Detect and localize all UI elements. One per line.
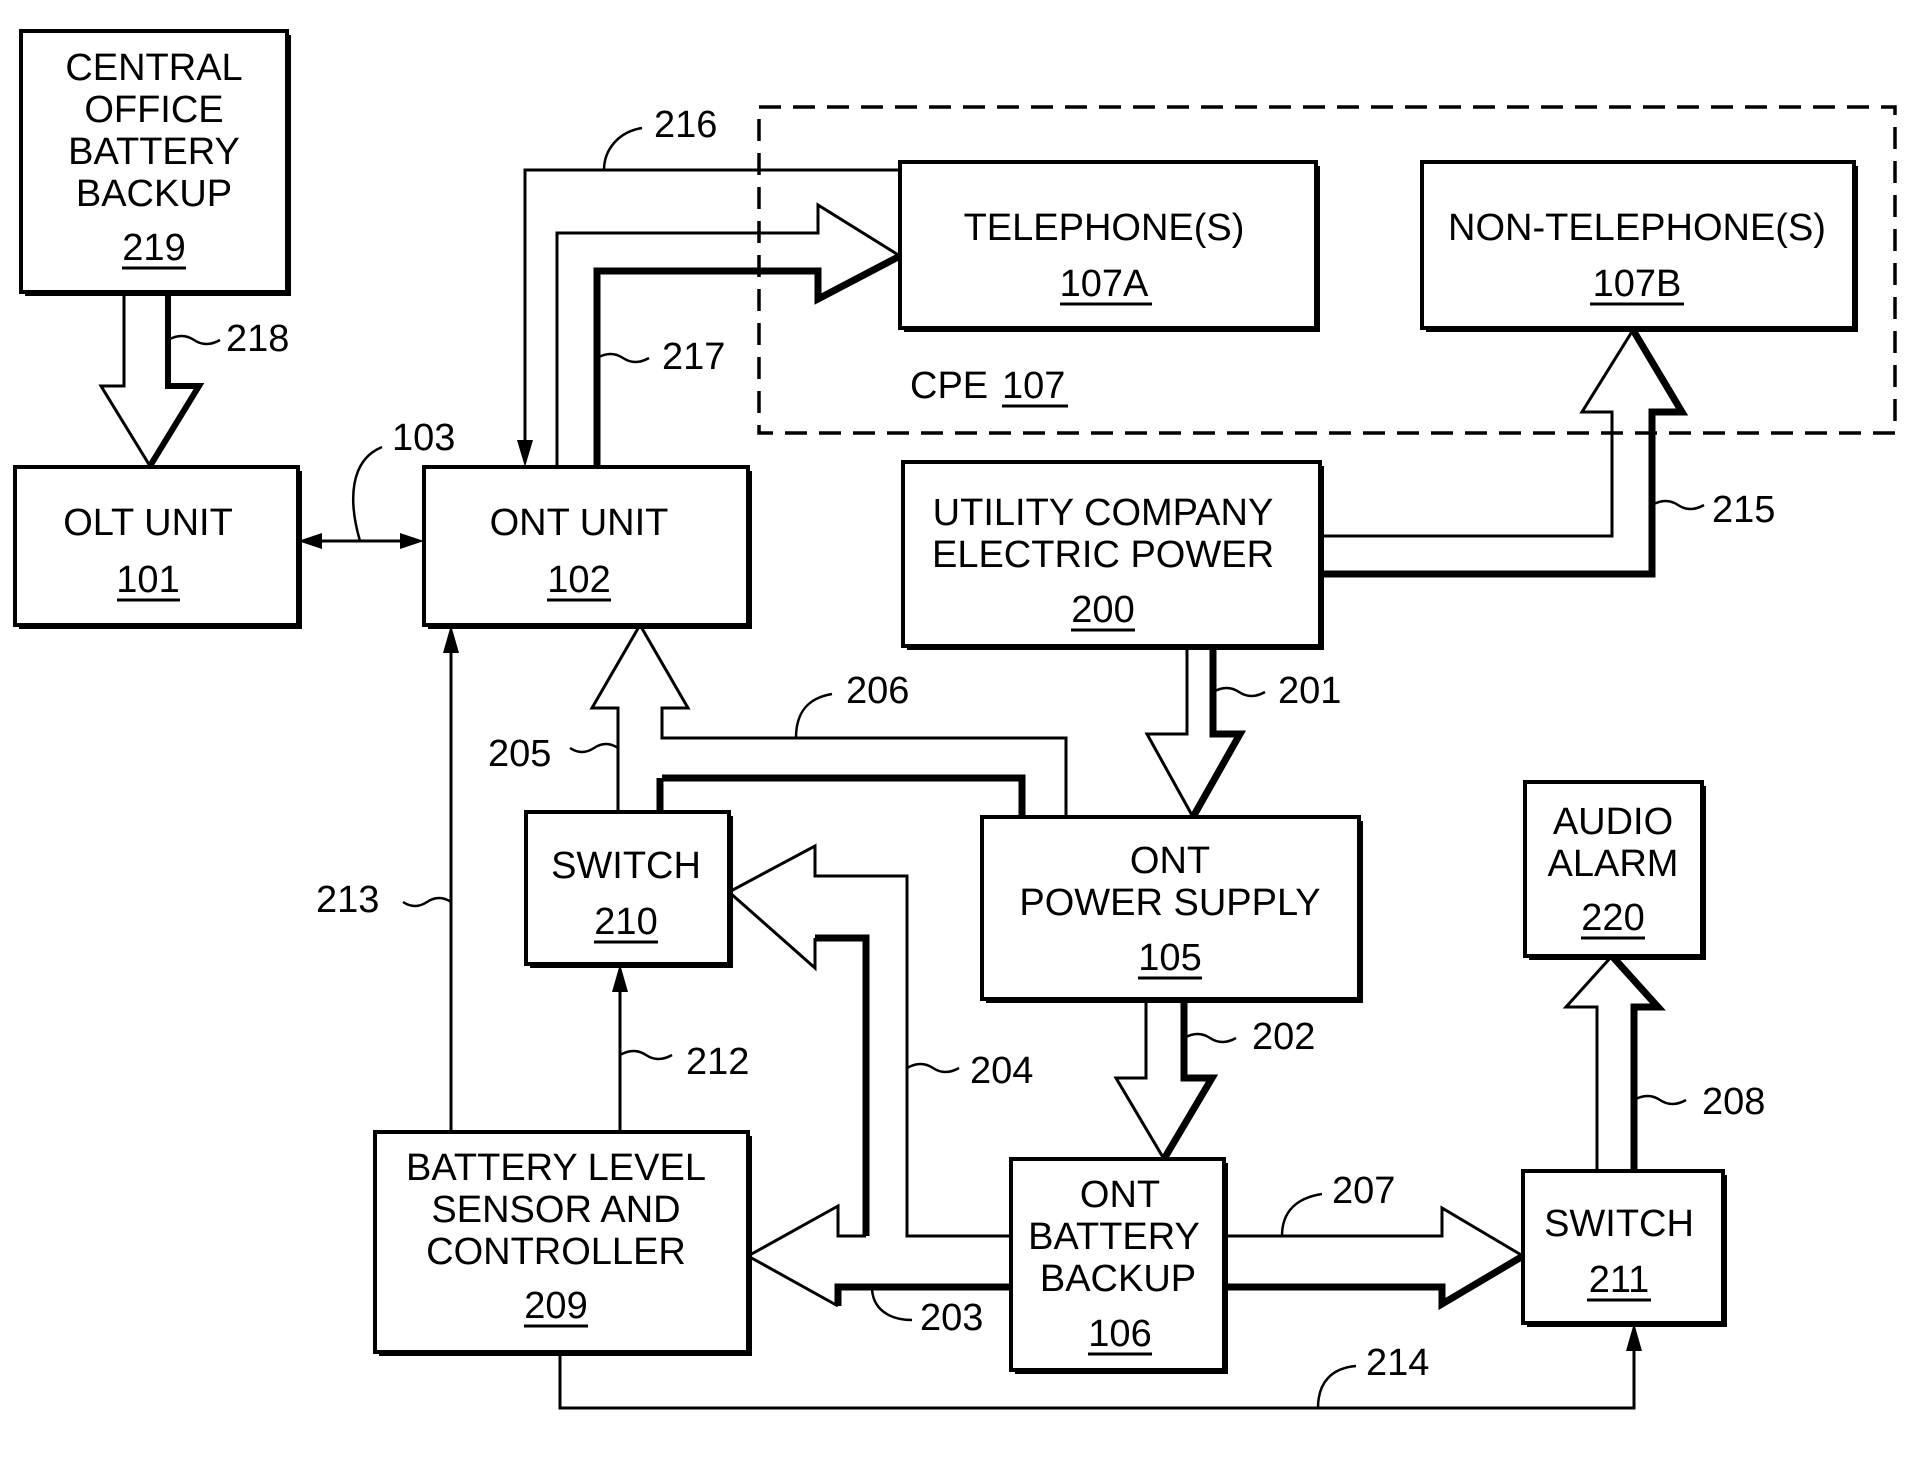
block-ont-battery-backup: ONT BATTERY BACKUP 106 bbox=[1009, 1157, 1228, 1374]
ref-103: 103 bbox=[392, 417, 455, 459]
block-label-line: SWITCH bbox=[551, 845, 701, 887]
block-label-line: SENSOR AND bbox=[431, 1189, 680, 1231]
arrowhead-up bbox=[1626, 1323, 1642, 1351]
connection-201: 201 bbox=[1144, 646, 1341, 821]
ref-206: 206 bbox=[846, 670, 909, 712]
block-label-line: ONT UNIT bbox=[490, 502, 669, 544]
connection-217: 217 bbox=[555, 202, 902, 467]
connection-202: 202 bbox=[1113, 999, 1315, 1162]
block-label-line: UTILITY COMPANY bbox=[933, 492, 1274, 534]
connection-212: 212 bbox=[612, 964, 749, 1132]
ref-217: 217 bbox=[662, 336, 725, 378]
cpe-label: CPE bbox=[910, 365, 988, 407]
ref-218: 218 bbox=[226, 318, 289, 360]
block-label-line: BATTERY bbox=[1028, 1216, 1200, 1258]
arrowhead-up bbox=[612, 964, 628, 992]
block-ont-unit: ONT UNIT 102 bbox=[422, 465, 752, 629]
ref-214: 214 bbox=[1366, 1342, 1429, 1384]
block-ref: 209 bbox=[524, 1285, 587, 1327]
block-central-office-battery-backup: CENTRAL OFFICE BATTERY BACKUP 219 bbox=[19, 29, 291, 296]
block-label-line: BATTERY bbox=[68, 131, 240, 173]
ref-216: 216 bbox=[654, 104, 717, 146]
block-ref: 210 bbox=[594, 901, 657, 943]
block-ref: 106 bbox=[1088, 1313, 1151, 1355]
block-label-line: ONT bbox=[1130, 840, 1210, 882]
ref-203: 203 bbox=[920, 1297, 983, 1339]
block-ref: 219 bbox=[122, 227, 185, 269]
connection-208: 208 bbox=[1562, 953, 1765, 1171]
block-ref: 107A bbox=[1060, 263, 1149, 305]
block-label-line: OFFICE bbox=[84, 89, 223, 131]
block-ref: 220 bbox=[1581, 897, 1644, 939]
block-non-telephones: NON-TELEPHONE(S) 107B bbox=[1420, 160, 1858, 332]
arrowhead-up bbox=[443, 625, 459, 653]
connection-215: 215 bbox=[1320, 327, 1775, 578]
ref-202: 202 bbox=[1252, 1016, 1315, 1058]
block-switch-211: SWITCH 211 bbox=[1521, 1169, 1727, 1327]
block-ref: 211 bbox=[1589, 1259, 1650, 1301]
arrowhead-right bbox=[400, 533, 424, 549]
ref-215: 215 bbox=[1712, 489, 1775, 531]
block-label-line: CENTRAL bbox=[65, 47, 242, 89]
ref-201: 201 bbox=[1278, 670, 1341, 712]
ref-205: 205 bbox=[488, 733, 551, 775]
block-battery-level-sensor: BATTERY LEVEL SENSOR AND CONTROLLER 209 bbox=[373, 1130, 752, 1356]
block-ont-power-supply: ONT POWER SUPPLY 105 bbox=[980, 815, 1363, 1003]
connection-213: 213 bbox=[316, 625, 459, 1132]
ref-213: 213 bbox=[316, 879, 379, 921]
block-label-line: NON-TELEPHONE(S) bbox=[1448, 207, 1826, 249]
block-label-line: OLT UNIT bbox=[63, 502, 233, 544]
block-label-line: POWER SUPPLY bbox=[1019, 882, 1320, 924]
block-diagram: CPE 107 218 103 216 217 215 201 202 206 … bbox=[13, 29, 1897, 1410]
block-label-line: BATTERY LEVEL bbox=[406, 1147, 706, 1189]
ref-212: 212 bbox=[686, 1041, 749, 1083]
block-switch-210: SWITCH 210 bbox=[524, 810, 733, 968]
ref-208: 208 bbox=[1702, 1081, 1765, 1123]
block-label-line: ALARM bbox=[1548, 843, 1679, 885]
block-label-line: BACKUP bbox=[76, 173, 232, 215]
block-label-line: TELEPHONE(S) bbox=[964, 207, 1245, 249]
ref-204: 204 bbox=[970, 1050, 1033, 1092]
block-ref: 105 bbox=[1138, 937, 1201, 979]
block-label-line: AUDIO bbox=[1553, 801, 1673, 843]
arrowhead-down bbox=[517, 440, 533, 467]
cpe-ref: 107 bbox=[1002, 365, 1065, 407]
block-audio-alarm: AUDIO ALARM 220 bbox=[1523, 780, 1706, 960]
block-label-line: SWITCH bbox=[1544, 1203, 1694, 1245]
block-ref: 107B bbox=[1593, 263, 1682, 305]
block-utility-power: UTILITY COMPANY ELECTRIC POWER 200 bbox=[901, 460, 1324, 650]
connection-218: 218 bbox=[98, 292, 289, 469]
connection-203: 203 bbox=[744, 1203, 1011, 1339]
block-label-line: ONT bbox=[1080, 1174, 1160, 1216]
block-ref: 102 bbox=[547, 559, 610, 601]
connection-206: 206 205 bbox=[488, 622, 1068, 817]
block-olt-unit: OLT UNIT 101 bbox=[13, 465, 302, 629]
ref-207: 207 bbox=[1332, 1170, 1395, 1212]
block-label-line: ELECTRIC POWER bbox=[932, 534, 1274, 576]
block-ref: 101 bbox=[116, 559, 179, 601]
block-ref: 200 bbox=[1071, 589, 1134, 631]
block-label-line: BACKUP bbox=[1040, 1258, 1196, 1300]
connection-207: 207 bbox=[1224, 1170, 1526, 1311]
block-telephones: TELEPHONE(S) 107A bbox=[898, 160, 1320, 332]
block-label-line: CONTROLLER bbox=[426, 1231, 686, 1273]
